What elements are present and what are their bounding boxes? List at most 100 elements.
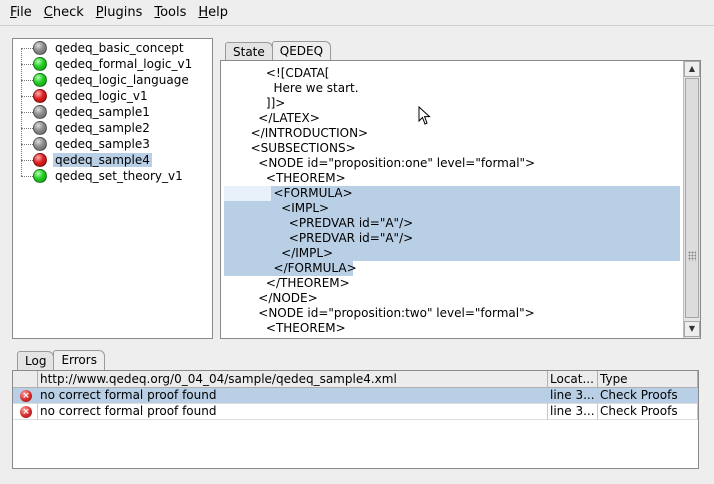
column-header[interactable]: Locat...	[548, 371, 598, 388]
code-line: </THEOREM>	[243, 276, 350, 290]
tree-item[interactable]: qedeq_sample2	[21, 120, 152, 136]
menu-check[interactable]: Check	[38, 0, 90, 26]
code-line: <FORMULA>	[243, 186, 353, 200]
code-line: <PREDVAR id="A"/>	[243, 231, 414, 245]
tree-connector	[21, 111, 33, 113]
editor-tabs: State QEDEQ	[225, 41, 332, 62]
status-grey-icon	[33, 105, 47, 119]
menu-label-rest: ools	[160, 4, 187, 20]
tree-connector	[21, 175, 33, 177]
code-line: Here we start.	[243, 81, 359, 95]
tree-item[interactable]: qedeq_sample1	[21, 104, 152, 120]
tree-item-label: qedeq_logic_language	[55, 73, 189, 87]
tab-errors[interactable]: Errors	[53, 350, 105, 371]
menu-label-rest: elp	[208, 4, 229, 20]
scroll-down-button[interactable]: ▼	[684, 321, 700, 337]
tree-item-label: qedeq_sample1	[55, 105, 150, 119]
code-line: </LATEX>	[243, 111, 320, 125]
menu-mnemonic: C	[43, 4, 53, 20]
menu-label-rest: heck	[52, 4, 84, 20]
errors-table[interactable]: http://www.qedeq.org/0_04_04/sample/qede…	[12, 370, 699, 469]
tree-item-label: qedeq_logic_v1	[55, 89, 148, 103]
tree-connector	[21, 95, 33, 97]
menu-tools[interactable]: Tools	[148, 0, 192, 26]
tree-item[interactable]: qedeq_logic_v1	[21, 88, 150, 104]
code-line: <IMPL>	[243, 201, 330, 215]
error-type: Check Proofs	[598, 403, 698, 420]
tree-item-label: qedeq_sample3	[55, 137, 150, 151]
code-line: <SUBSECTIONS>	[243, 141, 356, 155]
tree-item[interactable]: qedeq_formal_logic_v1	[21, 56, 194, 72]
error-message: no correct formal proof found	[38, 387, 548, 404]
code-line: </INTRODUCTION>	[243, 126, 369, 140]
code-line: </FORMULA>	[243, 261, 357, 275]
module-tree[interactable]: qedeq_basic_concept qedeq_formal_logic_v1…	[12, 38, 213, 339]
menu-plugins[interactable]: Plugins	[90, 0, 149, 26]
tree-connector	[21, 143, 33, 145]
tab-qedeq[interactable]: QEDEQ	[271, 41, 332, 62]
status-green-icon	[33, 57, 47, 71]
status-grey-icon	[33, 41, 47, 55]
qedeq-source-editor[interactable]: <![CDATA[ Here we start. ]]> </LATEX> </…	[220, 60, 701, 339]
error-location: line 3...	[548, 403, 598, 420]
status-red-icon	[33, 89, 47, 103]
code-line: ]]>	[243, 96, 286, 110]
tree-item-label: qedeq_sample2	[55, 121, 150, 135]
table-row[interactable]: × no correct formal proof found line 3... C…	[13, 403, 698, 420]
code-line: </NODE>	[243, 291, 318, 305]
tree-item-label: qedeq_basic_concept	[55, 41, 184, 55]
tree-item-label: qedeq_set_theory_v1	[55, 169, 183, 183]
tab-state[interactable]: State	[225, 42, 273, 62]
code-line: <NODE id="proposition:two" level="formal…	[243, 306, 535, 320]
error-icon: ×	[20, 405, 32, 418]
mouse-pointer-icon	[418, 106, 431, 125]
status-grey-icon	[33, 121, 47, 135]
menu-mnemonic: H	[198, 4, 209, 20]
menu-label-rest: lugins	[103, 4, 143, 20]
menu-label-rest: ile	[16, 4, 32, 20]
scrollbar-thumb[interactable]	[685, 78, 699, 318]
code-line: <THEOREM>	[243, 171, 346, 185]
menu-mnemonic: P	[95, 4, 104, 20]
error-icon-cell: ×	[13, 403, 38, 420]
tree-item-label: qedeq_formal_logic_v1	[55, 57, 193, 71]
column-header[interactable]: http://www.qedeq.org/0_04_04/sample/qede…	[38, 371, 548, 388]
tree-item[interactable]: qedeq_sample4	[21, 152, 152, 168]
code-line: <THEOREM>	[243, 321, 346, 335]
status-green-icon	[33, 73, 47, 87]
editor-vertical-scrollbar[interactable]: ▲ ▼	[683, 61, 700, 338]
error-icon: ×	[20, 389, 32, 402]
tree-connector	[21, 79, 33, 81]
code-line: <PREDVAR id="A"/>	[243, 216, 414, 230]
tree-item[interactable]: qedeq_logic_language	[21, 72, 191, 88]
tree-connector	[21, 127, 33, 129]
status-red-icon	[33, 153, 47, 167]
column-header[interactable]	[13, 371, 38, 388]
tab-log[interactable]: Log	[17, 351, 55, 371]
tree-connector	[21, 63, 33, 65]
status-green-icon	[33, 169, 47, 183]
scroll-up-button[interactable]: ▲	[684, 61, 700, 77]
bottom-tabs: Log Errors	[17, 350, 105, 371]
menu-file[interactable]: File	[4, 0, 38, 26]
tree-item[interactable]: qedeq_sample3	[21, 136, 152, 152]
tree-connector	[21, 159, 33, 161]
status-grey-icon	[33, 137, 47, 151]
error-message: no correct formal proof found	[38, 403, 548, 420]
error-type: Check Proofs	[598, 387, 698, 404]
code-line: <NODE id="proposition:one" level="formal…	[243, 156, 536, 170]
tree-item-label: qedeq_sample4	[53, 153, 152, 167]
tree-item[interactable]: qedeq_set_theory_v1	[21, 168, 185, 184]
tree-item[interactable]: qedeq_basic_concept	[21, 40, 186, 56]
menu-help[interactable]: Help	[192, 0, 234, 26]
error-location: line 3...	[548, 387, 598, 404]
menu-bar: File Check Plugins Tools Help	[0, 0, 714, 26]
code-line: <![CDATA[	[243, 66, 330, 80]
error-icon-cell: ×	[13, 387, 38, 404]
errors-table-header: http://www.qedeq.org/0_04_04/sample/qede…	[13, 371, 698, 388]
scrollbar-grip	[688, 251, 696, 261]
column-header[interactable]: Type	[598, 371, 698, 388]
code-line: </IMPL>	[243, 246, 334, 260]
tree-connector	[21, 47, 33, 49]
table-row[interactable]: × no correct formal proof found line 3... C…	[13, 387, 698, 404]
